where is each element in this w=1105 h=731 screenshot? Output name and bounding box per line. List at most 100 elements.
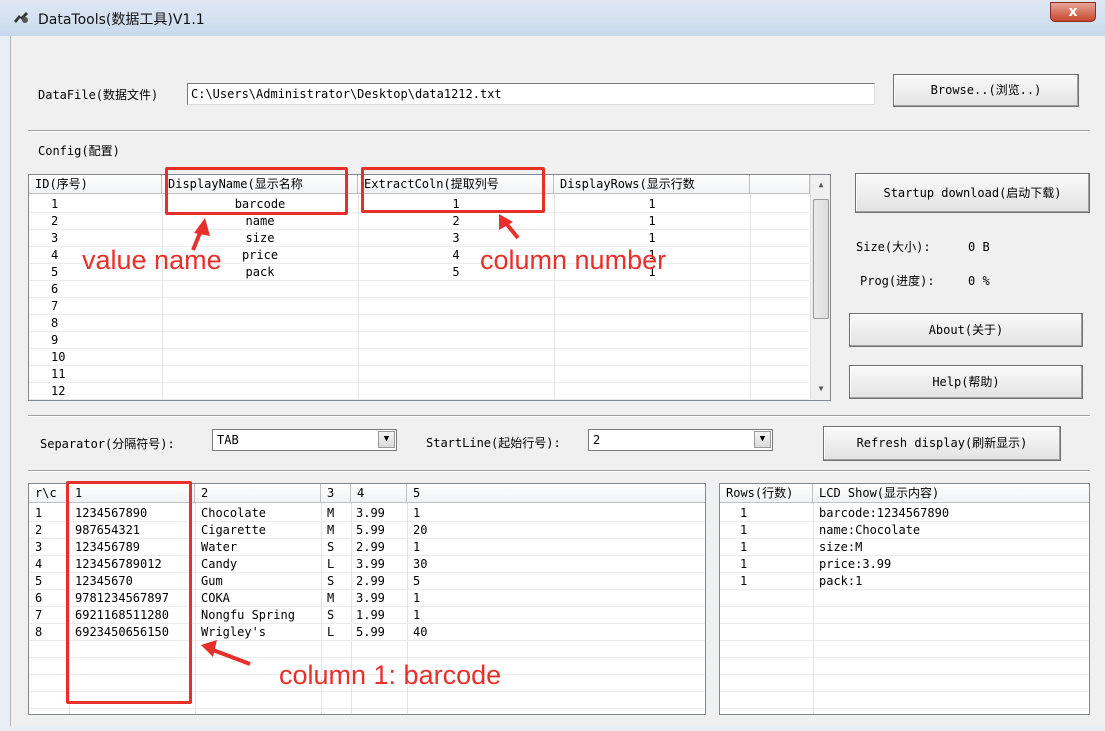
row-divider [29,382,809,383]
table-cell: 4 [35,557,43,571]
lcd-header-show[interactable]: LCD Show(显示内容) [813,484,1089,503]
startup-download-button[interactable]: Startup download(启动下载) [855,173,1090,213]
data-header-col3[interactable]: 3 [321,484,351,503]
table-cell: S [327,574,335,588]
table-cell: 3.99 [356,557,385,571]
title-bar[interactable]: DataTools(数据工具)V1.1 x [0,0,1105,36]
prog-label: Prog(进度): [860,274,935,288]
table-cell: Water [201,540,238,554]
chevron-down-icon[interactable]: ▼ [378,431,395,448]
table-cell: 5.99 [356,523,385,537]
scroll-down-icon[interactable]: ▼ [813,381,829,397]
table-cell: 5.99 [356,625,385,639]
config-cell-id: 2 [51,214,59,228]
datafile-path-input[interactable]: C:\Users\Administrator\Desktop\data1212.… [187,83,875,105]
table-cell: 2.99 [356,574,385,588]
config-cell-id: 10 [51,350,66,364]
row-divider [29,348,809,349]
table-cell: Cigarette [201,523,267,537]
config-cell-extractcoln: 2 [452,214,460,228]
table-cell: 2.99 [356,540,385,554]
lcd-cell: 1 [740,557,748,571]
data-header-col5[interactable]: 5 [407,484,705,503]
config-cell-id: 6 [51,282,59,296]
config-cell-id: 1 [51,197,59,211]
scroll-thumb[interactable] [813,199,829,319]
table-cell: 1.99 [356,608,385,622]
config-label: Config(配置) [38,144,120,158]
table-cell: M [327,506,335,520]
row-divider [29,399,809,400]
table-cell: 6 [35,591,43,605]
row-divider [720,623,1089,624]
row-divider [29,297,809,298]
table-cell: S [327,540,335,554]
startline-label: StartLine(起始行号): [426,436,561,450]
row-divider [29,708,705,709]
annotation-column-barcode: column 1: barcode [279,660,502,690]
row-divider [720,674,1089,675]
browse-button[interactable]: Browse..(浏览..) [893,74,1079,107]
table-cell: 3 [35,540,43,554]
table-cell: 2 [35,523,43,537]
table-cell: L [327,557,335,571]
lcd-cell: barcode:1234567890 [819,506,950,520]
lcd-table[interactable]: Rows(行数) LCD Show(显示内容) 1 barcode:1234567… [719,483,1090,715]
startline-select[interactable]: 2 ▼ [588,429,773,451]
table-cell: 8 [35,625,43,639]
size-value: 0 B [968,240,990,254]
table-cell: 3.99 [356,591,385,605]
lcd-header-rows[interactable]: Rows(行数) [720,484,813,503]
window-title: DataTools(数据工具)V1.1 [38,12,205,28]
table-cell: COKA [201,591,230,605]
data-header-col4[interactable]: 4 [351,484,407,503]
config-cell-id: 8 [51,316,59,330]
lcd-cell: pack:1 [819,574,863,588]
lcd-cell: 1 [740,540,748,554]
separator-select[interactable]: TAB ▼ [212,429,397,451]
table-cell: 1 [35,506,43,520]
table-cell: Wrigley's [201,625,267,639]
config-header-id[interactable]: ID(序号) [29,175,162,194]
data-header-col2[interactable]: 2 [195,484,321,503]
app-icon [14,12,28,23]
scroll-up-icon[interactable]: ▲ [813,177,829,193]
chevron-down-icon[interactable]: ▼ [754,431,771,448]
annotation-value-name: value name [82,245,222,275]
table-cell: 1 [413,608,421,622]
config-cell-id: 11 [51,367,66,381]
table-cell: 5 [35,574,43,588]
table-cell: 3.99 [356,506,385,520]
config-cell-displayrows: 1 [648,214,656,228]
about-button[interactable]: About(关于) [849,313,1083,347]
refresh-display-button[interactable]: Refresh display(刷新显示) [823,426,1061,461]
table-cell: 30 [413,557,428,571]
table-cell: Candy [201,557,238,571]
table-cell: S [327,608,335,622]
lcd-cell: name:Chocolate [819,523,921,537]
lcd-cell: size:M [819,540,863,554]
row-divider [720,691,1089,692]
lcd-cell: 1 [740,506,748,520]
config-header-displayrows[interactable]: DisplayRows(显示行数 [554,175,750,194]
annotation-box-column-number [361,167,545,213]
help-button[interactable]: Help(帮助) [849,365,1083,399]
config-scrollbar[interactable]: ▲ ▼ [810,175,830,400]
lcd-cell: 1 [740,523,748,537]
lcd-cell: 1 [740,574,748,588]
table-cell: Gum [201,574,223,588]
close-button[interactable]: x [1050,2,1096,22]
table-cell: M [327,591,335,605]
annotation-box-value-name [165,167,348,215]
table-cell: 5 [413,574,421,588]
config-cell-displayname: name [245,214,275,228]
row-divider [29,280,809,281]
row-divider [720,657,1089,658]
table-cell: 20 [413,523,428,537]
data-header-rc[interactable]: r\c [29,484,69,503]
separator-label: Separator(分隔符号): [40,437,175,451]
divider [28,130,1090,132]
divider [28,415,1090,417]
app-window: DataTools(数据工具)V1.1 x DataFile(数据文件) C:\… [0,0,1105,731]
row-divider [720,640,1089,641]
